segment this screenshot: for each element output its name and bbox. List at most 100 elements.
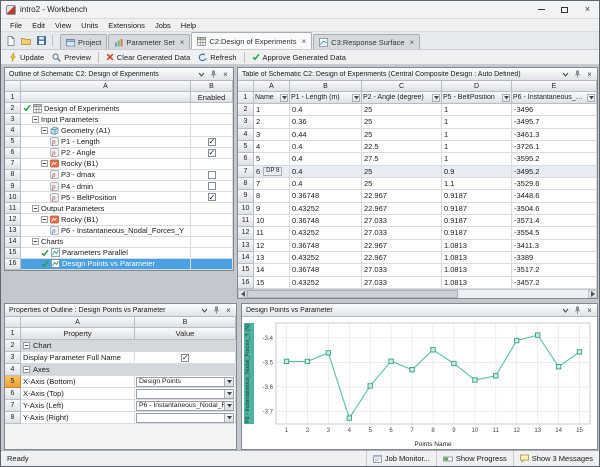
outline-row-number[interactable]: 7 [5, 159, 21, 170]
properties-group-axes[interactable]: Axes [21, 364, 236, 376]
close-panel-icon[interactable]: × [224, 306, 233, 315]
outline-item-rocky-b1[interactable]: Rocky (B1) [21, 214, 191, 225]
table-cell[interactable]: 22.967 [362, 240, 442, 252]
dropdown-x-axis-bottom[interactable]: Design Points [136, 377, 234, 387]
table-cell[interactable]: -3496 [512, 104, 597, 116]
menu-extensions[interactable]: Extensions [103, 20, 150, 31]
dropdown-x-axis-top[interactable] [136, 389, 234, 399]
table-row-number[interactable]: 16 [238, 277, 254, 289]
save-button[interactable] [34, 34, 48, 48]
collapse-icon[interactable] [41, 160, 48, 167]
outline-item-output-parameters[interactable]: Output Parameters [21, 203, 191, 214]
checkbox-checked[interactable] [208, 193, 216, 201]
dropdown-y-axis-right[interactable] [136, 413, 234, 423]
table-cell[interactable]: 0.4 [290, 104, 362, 116]
table-header-p2-angle-degree[interactable]: P2 - Angle (degree) [362, 92, 442, 104]
table-cell-name[interactable]: 3 [254, 129, 290, 141]
outline-enabled-cell[interactable] [191, 170, 233, 181]
table-cell[interactable]: 1 [442, 141, 512, 153]
outline-item-rocky-b1[interactable]: Rocky (B1) [21, 159, 191, 170]
table-cell[interactable]: -3554.5 [512, 227, 597, 239]
table-cell-name[interactable]: 10 [254, 215, 290, 227]
checkbox-unchecked[interactable] [208, 171, 216, 179]
maximize-button[interactable] [553, 1, 576, 18]
close-button[interactable]: × [576, 1, 599, 18]
update-button[interactable]: Update [5, 51, 48, 63]
preview-button[interactable]: Preview [48, 52, 95, 63]
table-cell[interactable]: 0.43252 [290, 203, 362, 215]
outline-enabled-cell[interactable] [191, 148, 233, 159]
table-header-p1-length-m[interactable]: P1 - Length (m) [290, 92, 362, 104]
show-progress-button[interactable]: Show Progress [436, 451, 513, 466]
chevron-down-icon[interactable] [561, 70, 570, 79]
menu-jobs[interactable]: Jobs [150, 20, 176, 31]
filter-dropdown-icon[interactable] [432, 94, 440, 102]
outline-item-p6-instantaneous-nodal-forces-y[interactable]: pP6 - Instantaneous_Nodal_Forces_Y [21, 226, 191, 237]
outline-row-number[interactable]: 8 [5, 170, 21, 181]
tab-parameter-set[interactable]: Parameter Set× [108, 34, 190, 49]
outline-row-number[interactable]: 3 [5, 114, 21, 125]
outline-enabled-cell[interactable] [191, 137, 233, 148]
clear-generated-data-button[interactable]: Clear Generated Data [102, 52, 194, 63]
menu-edit[interactable]: Edit [27, 20, 50, 31]
scroll-left-button[interactable] [238, 290, 247, 298]
tab-close-icon[interactable]: × [302, 37, 307, 46]
table-cell[interactable]: 0.36 [290, 116, 362, 128]
table-cell[interactable]: 0.43252 [290, 227, 362, 239]
table-cell[interactable]: 0.9187 [442, 215, 512, 227]
table-cell[interactable]: 0.9187 [442, 227, 512, 239]
outline-item-p3-dmax[interactable]: pP3 - dmax [21, 170, 191, 181]
filter-dropdown-icon[interactable] [280, 94, 288, 102]
table-cell[interactable]: -3517.2 [512, 264, 597, 276]
collapse-icon[interactable] [23, 342, 30, 349]
table-cell[interactable]: 0.36748 [290, 215, 362, 227]
filter-dropdown-icon[interactable] [352, 94, 360, 102]
collapse-icon[interactable] [41, 127, 48, 134]
scrollbar-thumb[interactable] [247, 290, 458, 298]
table-cell[interactable]: -3461.3 [512, 129, 597, 141]
dropdown-y-axis-left[interactable]: P6 - Instantaneous_Nodal_Forc... [136, 401, 234, 411]
scrollbar-track[interactable] [247, 290, 588, 298]
table-cell[interactable]: 0.9 [442, 166, 512, 178]
table-cell[interactable]: 22.967 [362, 203, 442, 215]
outline-item-input-parameters[interactable]: Input Parameters [21, 114, 191, 125]
properties-column-letter-a[interactable]: A [21, 317, 135, 328]
table-cell-name[interactable]: 2 [254, 116, 290, 128]
table-row-number[interactable]: 13 [238, 240, 254, 252]
table-cell[interactable]: 1.0813 [442, 277, 512, 289]
dropdown-arrow-icon[interactable] [224, 378, 233, 386]
properties-row-number[interactable]: 2 [5, 340, 21, 352]
table-row-number[interactable]: 11 [238, 215, 254, 227]
table-cell-name[interactable]: 15 [254, 277, 290, 289]
checkbox-unchecked[interactable] [208, 182, 216, 190]
checkbox-checked[interactable] [208, 149, 216, 157]
outline-item-p4-dmin[interactable]: pP4 - dmin [21, 181, 191, 192]
table-cell[interactable]: 0.43252 [290, 277, 362, 289]
open-button[interactable] [19, 34, 33, 48]
table-cell-name[interactable]: 6DP 8 [254, 166, 290, 178]
outline-row-number[interactable]: 15 [5, 248, 21, 259]
table-cell-name[interactable]: 1 [254, 104, 290, 116]
table-cell[interactable]: 27.5 [362, 153, 442, 165]
pin-icon[interactable] [573, 70, 582, 79]
outline-item-p5-beltposition[interactable]: pP5 - BeltPosition [21, 192, 191, 203]
outline-enabled-cell[interactable] [191, 192, 233, 203]
tab-close-icon[interactable]: × [180, 38, 185, 47]
table-cell[interactable]: 0.4 [290, 166, 362, 178]
menu-help[interactable]: Help [176, 20, 201, 31]
job-monitor-button[interactable]: Job Monitor... [366, 451, 436, 466]
table-cell[interactable]: 0.4 [290, 153, 362, 165]
table-cell-name[interactable]: 11 [254, 227, 290, 239]
table-column-letter-a[interactable]: A [254, 81, 290, 92]
tab-c3-response-surface[interactable]: C3:Response Surface× [313, 34, 420, 49]
pin-icon[interactable] [212, 306, 221, 315]
menu-units[interactable]: Units [76, 20, 103, 31]
table-cell[interactable]: -3504.6 [512, 203, 597, 215]
outline-row-number[interactable]: 13 [5, 226, 21, 237]
table-cell[interactable]: 0.43252 [290, 252, 362, 264]
table-row-number[interactable]: 7 [238, 166, 254, 178]
table-cell-name[interactable]: 13 [254, 252, 290, 264]
outline-row-number[interactable]: 1 [5, 92, 21, 103]
outline-item-parameters-parallel[interactable]: Parameters Parallel [21, 248, 191, 259]
pin-icon[interactable] [209, 70, 218, 79]
